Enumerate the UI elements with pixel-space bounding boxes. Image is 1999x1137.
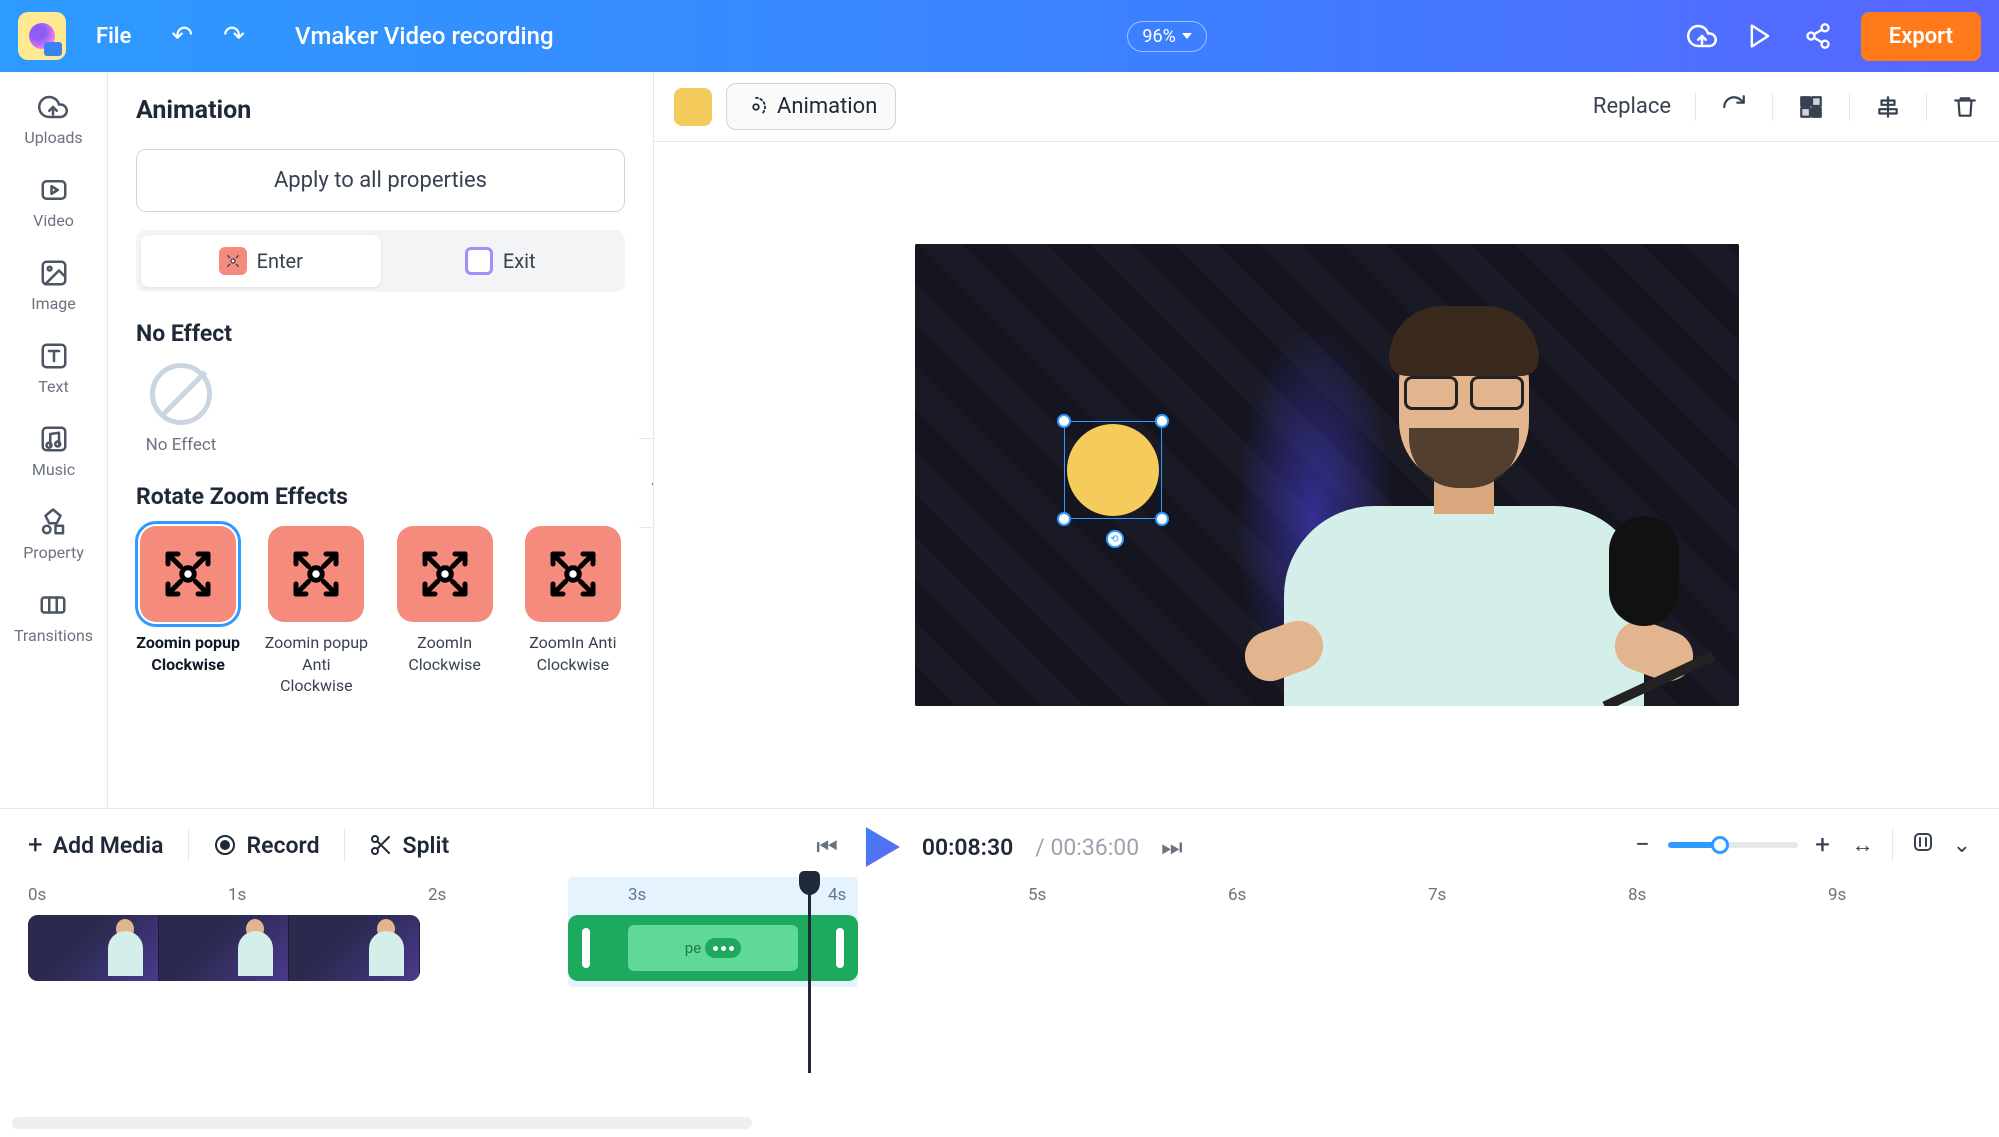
play-preview-icon[interactable] — [1745, 21, 1775, 51]
effect-zoomin-anticlockwise[interactable]: ZoomIn Anti Clockwise — [521, 526, 625, 697]
tab-enter[interactable]: Enter — [141, 235, 381, 287]
timeline-right-controls: − + ↔ ⌄ — [1632, 828, 1971, 862]
timeline-options-icon[interactable] — [1911, 830, 1935, 860]
sidebar-item-uploads[interactable]: Uploads — [24, 92, 82, 147]
delete-icon[interactable] — [1951, 93, 1979, 121]
current-time: 00:08:30 — [922, 834, 1013, 861]
main-area: Uploads Video Image Text Music Property … — [0, 72, 1999, 808]
timeline-toolbar: + Add Media Record Split ⏮ 00:08:30 / 00… — [0, 809, 1999, 881]
top-actions: Export — [1687, 12, 1981, 61]
file-menu[interactable]: File — [96, 24, 131, 49]
add-media-button[interactable]: + Add Media — [28, 830, 164, 860]
effect-tile-icon — [268, 526, 364, 622]
effect-zoomin-clockwise[interactable]: ZoomIn Clockwise — [393, 526, 497, 697]
app-logo[interactable] — [18, 12, 66, 60]
effect-tile-icon — [397, 526, 493, 622]
effect-zoomin-popup-clockwise[interactable]: Zoomin popup Clockwise — [136, 526, 240, 697]
reload-icon[interactable] — [1720, 93, 1748, 121]
export-button[interactable]: Export — [1861, 12, 1981, 61]
tab-exit[interactable]: Exit — [381, 235, 621, 287]
resize-handle-bl[interactable] — [1057, 512, 1071, 526]
playback-controls: ⏮ 00:08:30 / 00:36:00 ⏭ — [816, 827, 1183, 867]
canvas-area: Animation Replace — [654, 72, 1999, 808]
timeline-ruler[interactable]: 0s 1s 2s 3s 4s 5s 6s 7s 8s 9s — [28, 881, 1999, 911]
effect-zoomin-popup-anticlockwise[interactable]: Zoomin popup Anti Clockwise — [264, 526, 368, 697]
context-right: Replace — [1593, 93, 1979, 121]
context-toolbar: Animation Replace — [654, 72, 1999, 142]
selected-shape[interactable]: ⟲ — [1059, 416, 1167, 524]
undo-icon[interactable]: ↶ — [171, 21, 193, 51]
undo-redo-group: ↶ ↷ — [171, 21, 245, 51]
video-clip[interactable] — [28, 915, 420, 981]
animation-chip[interactable]: Animation — [726, 83, 896, 130]
enter-exit-tabs: Enter Exit — [136, 230, 625, 292]
resize-handle-br[interactable] — [1155, 512, 1169, 526]
zoom-slider[interactable] — [1668, 842, 1798, 848]
animation-panel: Animation Apply to all properties Enter … — [108, 72, 654, 808]
fit-width-icon[interactable]: ↔ — [1852, 832, 1874, 858]
record-button[interactable]: Record — [213, 832, 320, 859]
sidebar-label: Music — [32, 460, 75, 479]
clip-options-icon[interactable] — [705, 938, 741, 958]
split-button[interactable]: Split — [369, 832, 450, 859]
project-title[interactable]: Vmaker Video recording — [295, 22, 1127, 50]
zoom-level-dropdown[interactable]: 96% — [1127, 21, 1206, 52]
effect-tile-icon — [525, 526, 621, 622]
clip-trim-right[interactable] — [836, 928, 844, 968]
apply-all-button[interactable]: Apply to all properties — [136, 149, 625, 212]
cloud-save-icon[interactable] — [1687, 21, 1717, 51]
sidebar-label: Text — [38, 377, 68, 396]
video-preview: ⟲ — [915, 244, 1739, 706]
share-icon[interactable] — [1803, 21, 1833, 51]
effect-tile-icon — [140, 526, 236, 622]
sidebar-label: Image — [31, 294, 76, 313]
timeline-zoom: − + — [1632, 830, 1834, 860]
resize-handle-tl[interactable] — [1057, 414, 1071, 428]
sidebar-item-text[interactable]: Text — [38, 341, 68, 396]
exit-icon — [465, 247, 493, 275]
zoom-slider-thumb[interactable] — [1711, 836, 1729, 854]
align-icon[interactable] — [1874, 93, 1902, 121]
sidebar-item-property[interactable]: Property — [23, 507, 84, 562]
collapse-panel-handle[interactable]: ‹ — [639, 438, 654, 528]
canvas-stage[interactable]: ⟲ — [654, 142, 1999, 808]
redo-icon[interactable]: ↷ — [223, 21, 245, 51]
sidebar-label: Property — [23, 543, 84, 562]
shape-clip[interactable]: pe — [568, 915, 858, 981]
clip-trim-left[interactable] — [582, 928, 590, 968]
zoom-out-icon[interactable]: − — [1632, 830, 1654, 860]
no-effect-icon — [150, 363, 212, 425]
no-effect-option[interactable]: No Effect — [136, 363, 226, 455]
horizontal-scrollbar[interactable] — [12, 1117, 752, 1129]
topbar: File ↶ ↷ Vmaker Video recording 96% Expo… — [0, 0, 1999, 72]
timeline: + Add Media Record Split ⏮ 00:08:30 / 00… — [0, 808, 1999, 1137]
replace-button[interactable]: Replace — [1593, 94, 1671, 119]
rotate-handle[interactable]: ⟲ — [1106, 530, 1124, 548]
skip-back-icon[interactable]: ⏮ — [816, 833, 838, 861]
sidebar-item-image[interactable]: Image — [31, 258, 76, 313]
sidebar-item-music[interactable]: Music — [32, 424, 75, 479]
timeline-tracks[interactable]: pe — [28, 911, 1999, 1071]
panel-title: Animation — [136, 96, 625, 125]
sidebar: Uploads Video Image Text Music Property … — [0, 72, 108, 808]
chevron-down-icon[interactable]: ⌄ — [1953, 833, 1971, 858]
sidebar-item-transitions[interactable]: Transitions — [14, 590, 93, 645]
playhead[interactable] — [808, 873, 811, 1073]
enter-icon — [219, 247, 247, 275]
sidebar-item-video[interactable]: Video — [33, 175, 74, 230]
microphone-illustration — [1609, 516, 1679, 666]
section-no-effect: No Effect — [136, 320, 625, 347]
zoom-in-icon[interactable]: + — [1812, 830, 1834, 860]
section-rotate-zoom: Rotate Zoom Effects — [136, 483, 625, 510]
effects-row: Zoomin popup Clockwise Zoomin popup Anti… — [136, 526, 625, 697]
yellow-circle-shape[interactable] — [1067, 424, 1159, 516]
color-swatch[interactable] — [674, 88, 712, 126]
sidebar-label: Transitions — [14, 626, 93, 645]
sidebar-label: Uploads — [24, 128, 82, 147]
transparency-icon[interactable] — [1797, 93, 1825, 121]
sidebar-label: Video — [33, 211, 74, 230]
play-button[interactable] — [860, 827, 900, 867]
skip-forward-icon[interactable]: ⏭ — [1161, 833, 1183, 861]
resize-handle-tr[interactable] — [1155, 414, 1169, 428]
